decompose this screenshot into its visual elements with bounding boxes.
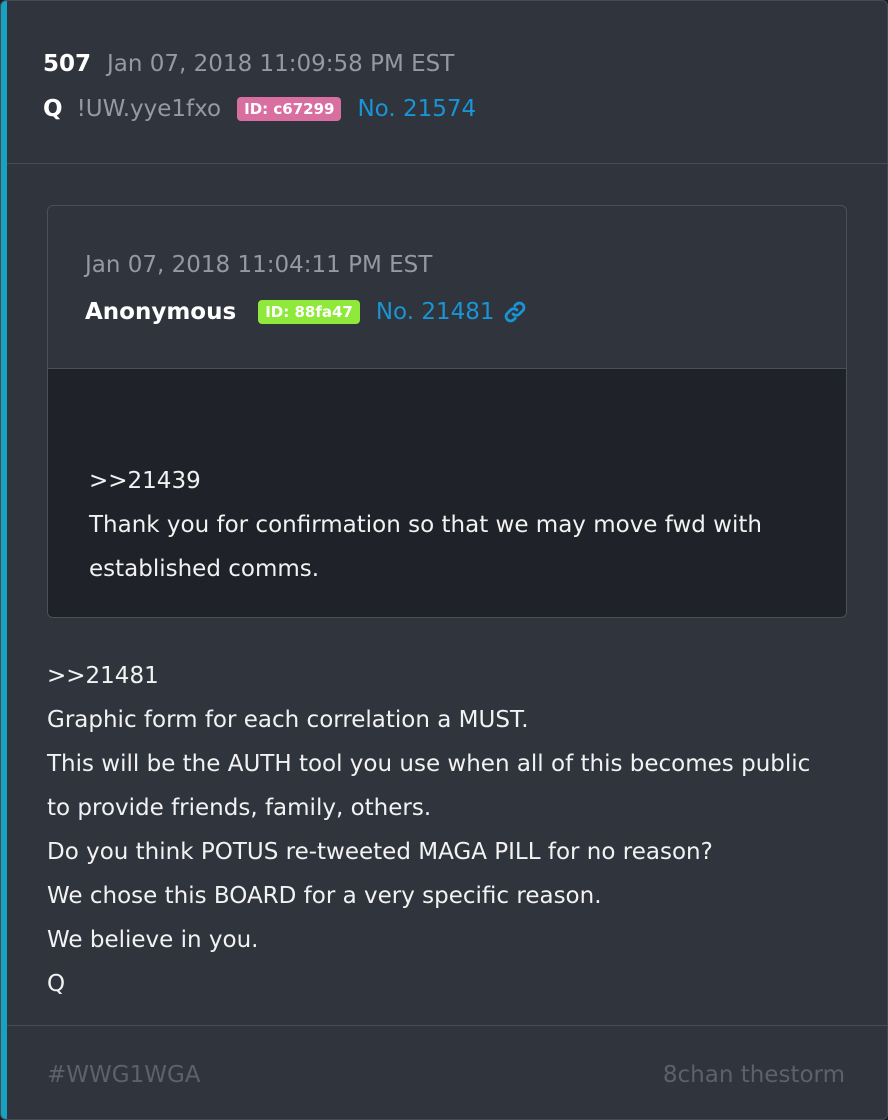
post-text-line: Do you think POTUS re-tweeted MAGA PILL … xyxy=(47,839,713,865)
quoted-post-text-line: Thank you for confirmation so that we ma… xyxy=(89,512,762,538)
post-tripcode: !UW.yye1fxo xyxy=(76,96,222,122)
post-reply-ref[interactable]: >>21481 xyxy=(47,654,867,698)
quoted-post-text-line: established comms. xyxy=(89,556,320,582)
post-text-line: to provide friends, family, others. xyxy=(47,795,432,821)
post-author-line: Q !UW.yye1fxo ID: c67299 No. 21574 xyxy=(43,93,476,125)
quoted-post: Jan 07, 2018 11:04:11 PM EST Anonymous I… xyxy=(47,205,847,618)
quoted-post-author: Anonymous xyxy=(85,299,237,325)
quoted-post-id-badge[interactable]: ID: 88fa47 xyxy=(258,300,360,324)
post-meta-line: 507 Jan 07, 2018 11:09:58 PM EST xyxy=(43,49,454,79)
post-text-line: We chose this BOARD for a very specific … xyxy=(47,883,602,909)
quoted-post-text: >>21439 Thank you for confirmation so th… xyxy=(89,459,826,591)
footer-hashtag: #WWG1WGA xyxy=(47,1062,201,1088)
post-text-line: Graphic form for each correlation a MUST… xyxy=(47,707,529,733)
post-body: >>21481 Graphic form for each correlatio… xyxy=(47,654,867,1006)
quoted-post-header: Jan 07, 2018 11:04:11 PM EST Anonymous I… xyxy=(48,206,846,369)
post-footer: #WWG1WGA 8chan thestorm xyxy=(7,1025,887,1119)
quoted-post-author-line: Anonymous ID: 88fa47 No. 21481 xyxy=(85,295,527,329)
post-number-link[interactable]: No. 21574 xyxy=(357,96,476,122)
post-timestamp: Jan 07, 2018 11:09:58 PM EST xyxy=(107,51,455,77)
footer-source: 8chan thestorm xyxy=(662,1062,845,1088)
post-text-line: This will be the AUTH tool you use when … xyxy=(47,751,811,777)
post-id-badge[interactable]: ID: c67299 xyxy=(237,97,342,121)
post-card: 507 Jan 07, 2018 11:09:58 PM EST Q !UW.y… xyxy=(0,0,888,1120)
quoted-post-reply-ref[interactable]: >>21439 xyxy=(89,459,826,503)
quoted-post-number-link[interactable]: No. 21481 xyxy=(376,299,495,325)
post-number: 507 xyxy=(43,51,92,77)
post-signature: Q xyxy=(47,971,66,997)
quoted-post-body: >>21439 Thank you for confirmation so th… xyxy=(48,369,846,617)
link-icon[interactable] xyxy=(503,300,527,324)
post-header: 507 Jan 07, 2018 11:09:58 PM EST Q !UW.y… xyxy=(7,1,887,164)
post-author: Q xyxy=(43,96,63,122)
accent-bar xyxy=(1,1,7,1119)
quoted-post-timestamp: Jan 07, 2018 11:04:11 PM EST xyxy=(85,252,433,278)
post-text-line: We believe in you. xyxy=(47,927,259,953)
